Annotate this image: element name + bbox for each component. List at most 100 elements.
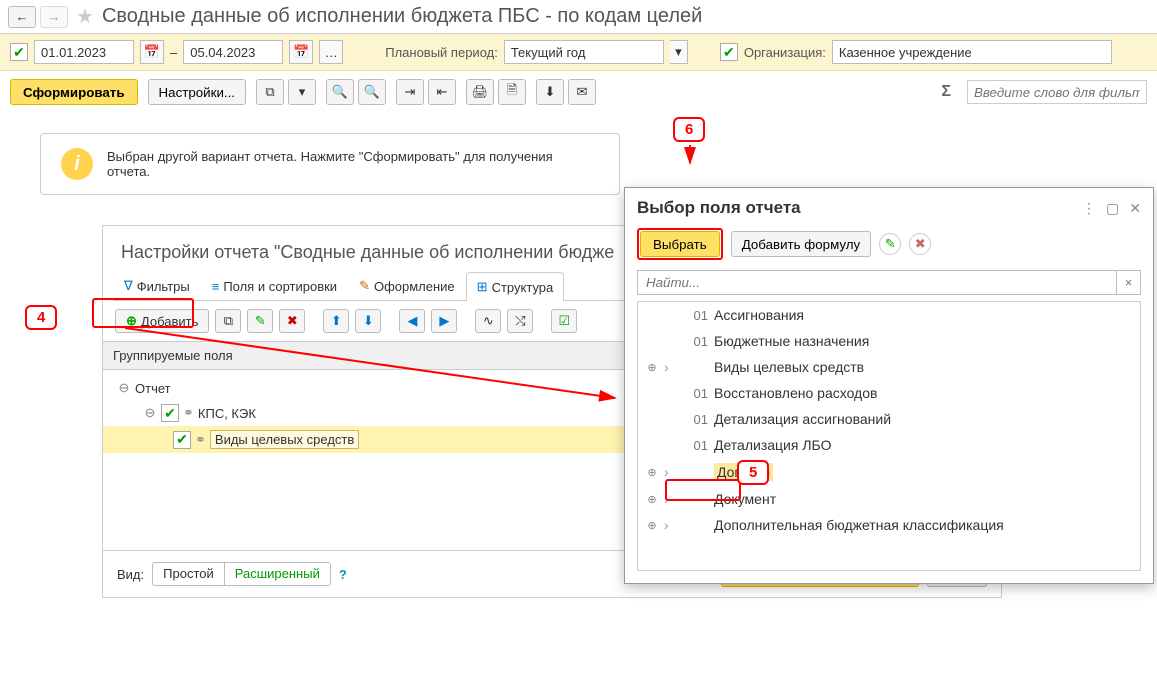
move-down-icon[interactable]: ⬇	[355, 309, 381, 333]
popup-title: Выбор поля отчета	[637, 198, 1082, 218]
date-from-calendar-icon[interactable]: 📅	[140, 40, 164, 64]
date-dash: –	[170, 45, 177, 60]
field-name: Ассигнования	[714, 307, 804, 323]
chevron-right-icon: ›	[664, 517, 676, 533]
popup-menu-icon[interactable]: ⋮	[1082, 200, 1096, 217]
nav-forward-button[interactable]: →	[40, 6, 68, 28]
link-icon[interactable]: ∿	[475, 309, 501, 333]
generate-button[interactable]: Сформировать	[10, 79, 138, 105]
tab-design[interactable]: ✎Оформление	[348, 271, 466, 300]
period-checkbox[interactable]: ✔	[10, 43, 28, 61]
field-row[interactable]: 01 Бюджетные назначения	[638, 328, 1140, 354]
info-text: Выбран другой вариант отчета. Нажмите "С…	[107, 149, 599, 179]
dropdown-icon[interactable]: ▾	[288, 79, 316, 105]
link-icon: ⚭	[195, 432, 206, 448]
delete-icon[interactable]: ✖	[279, 309, 305, 333]
edit-formula-icon[interactable]: ✎	[879, 233, 901, 255]
unlink-icon[interactable]: ⤭	[507, 309, 533, 333]
plan-period-value[interactable]: Текущий год	[504, 40, 664, 64]
field-name: Виды целевых средств	[714, 359, 864, 375]
popup-toolbar: Выбрать Добавить формулу ✎ ✖	[625, 228, 1153, 270]
filter-input[interactable]	[967, 80, 1147, 104]
field-row[interactable]: 01 Детализация ассигнований	[638, 406, 1140, 432]
info-icon: i	[61, 148, 93, 180]
field-name: Детализация ассигнований	[714, 411, 891, 427]
view-simple[interactable]: Простой	[153, 563, 225, 585]
popup-maximize-icon[interactable]: ▢	[1106, 200, 1119, 217]
field-name: Восстановлено расходов	[714, 385, 877, 401]
nav-back-button[interactable]: ←	[8, 6, 36, 28]
link-icon: ⚭	[183, 405, 194, 421]
plan-period-dropdown-icon[interactable]: ▾	[670, 40, 688, 64]
view-advanced[interactable]: Расширенный	[225, 563, 330, 585]
select-button[interactable]: Выбрать	[640, 231, 720, 257]
field-row[interactable]: 01Детализация ЛБО	[638, 432, 1140, 458]
preview-icon[interactable]: 🗎	[498, 79, 526, 105]
sigma-icon[interactable]: Σ	[941, 83, 951, 101]
move-left-icon[interactable]: ◀	[399, 309, 425, 333]
callout-6: 6	[673, 117, 705, 142]
expand-icon[interactable]: ⇥	[396, 79, 424, 105]
collapse-icon[interactable]: ⇤	[428, 79, 456, 105]
delete-formula-icon[interactable]: ✖	[909, 233, 931, 255]
find-icon[interactable]: 🔍	[326, 79, 354, 105]
add-button[interactable]: ⊕Добавить	[115, 309, 209, 333]
chevron-right-icon: ›	[664, 464, 676, 480]
field-name: Бюджетные назначения	[714, 333, 869, 349]
date-from-input[interactable]: 01.01.2023	[34, 40, 134, 64]
field-row[interactable]: ⊕›Договор	[638, 458, 1140, 486]
tab-filters[interactable]: ∇Фильтры	[113, 271, 201, 300]
field-select-popup: Выбор поля отчета ⋮ ▢ ✕ Выбрать Добавить…	[624, 187, 1154, 584]
org-input[interactable]: Казенное учреждение	[832, 40, 1112, 64]
tab-structure[interactable]: ⊞Структура	[466, 272, 565, 301]
chevron-right-icon: ›	[664, 359, 676, 375]
copy-icon[interactable]: ⧉	[256, 79, 284, 105]
add-formula-button[interactable]: Добавить формулу	[731, 231, 872, 257]
popup-search-input[interactable]	[637, 270, 1117, 295]
row-checkbox[interactable]: ✔	[173, 431, 191, 449]
save-icon[interactable]: ⬇	[536, 79, 564, 105]
org-checkbox[interactable]: ✔	[720, 43, 738, 61]
field-code: 01	[682, 308, 708, 323]
email-icon[interactable]: ✉	[568, 79, 596, 105]
field-code: 01	[682, 412, 708, 427]
group-icon[interactable]: ⧉	[215, 309, 241, 333]
period-picker-button[interactable]: …	[319, 40, 343, 64]
titlebar: ← → ★ Сводные данные об исполнении бюдже…	[0, 0, 1157, 34]
field-list[interactable]: 01 Ассигнования 01 Бюджетные назначения ⊕ › Ви…	[637, 301, 1141, 571]
field-row[interactable]: ⊕ › Виды целевых средств	[638, 354, 1140, 380]
favorite-star-icon[interactable]: ★	[76, 4, 94, 29]
move-up-icon[interactable]: ⬆	[323, 309, 349, 333]
find-clear-icon[interactable]: 🔍	[358, 79, 386, 105]
field-row[interactable]: ⊕›Документ	[638, 486, 1140, 512]
move-right-icon[interactable]: ▶	[431, 309, 457, 333]
main-toolbar: Сформировать Настройки... ⧉ ▾ 🔍 🔍 ⇥ ⇤ 🖨 …	[0, 71, 1157, 113]
field-row[interactable]: 01 Ассигнования	[638, 302, 1140, 328]
help-icon[interactable]: ?	[339, 567, 347, 582]
print-icon[interactable]: 🖨	[466, 79, 494, 105]
view-toggle[interactable]: Простой Расширенный	[152, 562, 331, 586]
period-bar: ✔ 01.01.2023 📅 – 05.04.2023 📅 … Плановый…	[0, 34, 1157, 71]
field-row[interactable]: ⊕ › Дополнительная бюджетная классификация	[638, 512, 1140, 538]
date-to-calendar-icon[interactable]: 📅	[289, 40, 313, 64]
popup-close-icon[interactable]: ✕	[1129, 200, 1141, 217]
edit-icon[interactable]: ✎	[247, 309, 273, 333]
plan-period-label: Плановый период:	[385, 45, 498, 60]
expand-plus-icon[interactable]: ⊕	[646, 493, 658, 506]
org-label: Организация:	[744, 45, 826, 60]
date-to-input[interactable]: 05.04.2023	[183, 40, 283, 64]
field-name: Дополнительная бюджетная классификация	[714, 517, 1004, 533]
expand-plus-icon[interactable]: ⊕	[646, 466, 658, 479]
row-checkbox[interactable]: ✔	[161, 404, 179, 422]
expander-icon[interactable]: ⊖	[143, 405, 157, 421]
check-icon[interactable]: ☑	[551, 309, 577, 333]
expand-plus-icon[interactable]: ⊕	[646, 361, 658, 374]
popup-search-clear-icon[interactable]: ×	[1117, 270, 1141, 295]
expander-icon[interactable]: ⊖	[117, 380, 131, 396]
settings-button[interactable]: Настройки...	[148, 79, 246, 105]
field-row[interactable]: 01Восстановлено расходов	[638, 380, 1140, 406]
field-code: 01	[682, 334, 708, 349]
expand-plus-icon[interactable]: ⊕	[646, 519, 658, 532]
tab-fields[interactable]: ≡Поля и сортировки	[201, 271, 348, 300]
field-name: Документ	[714, 491, 776, 507]
